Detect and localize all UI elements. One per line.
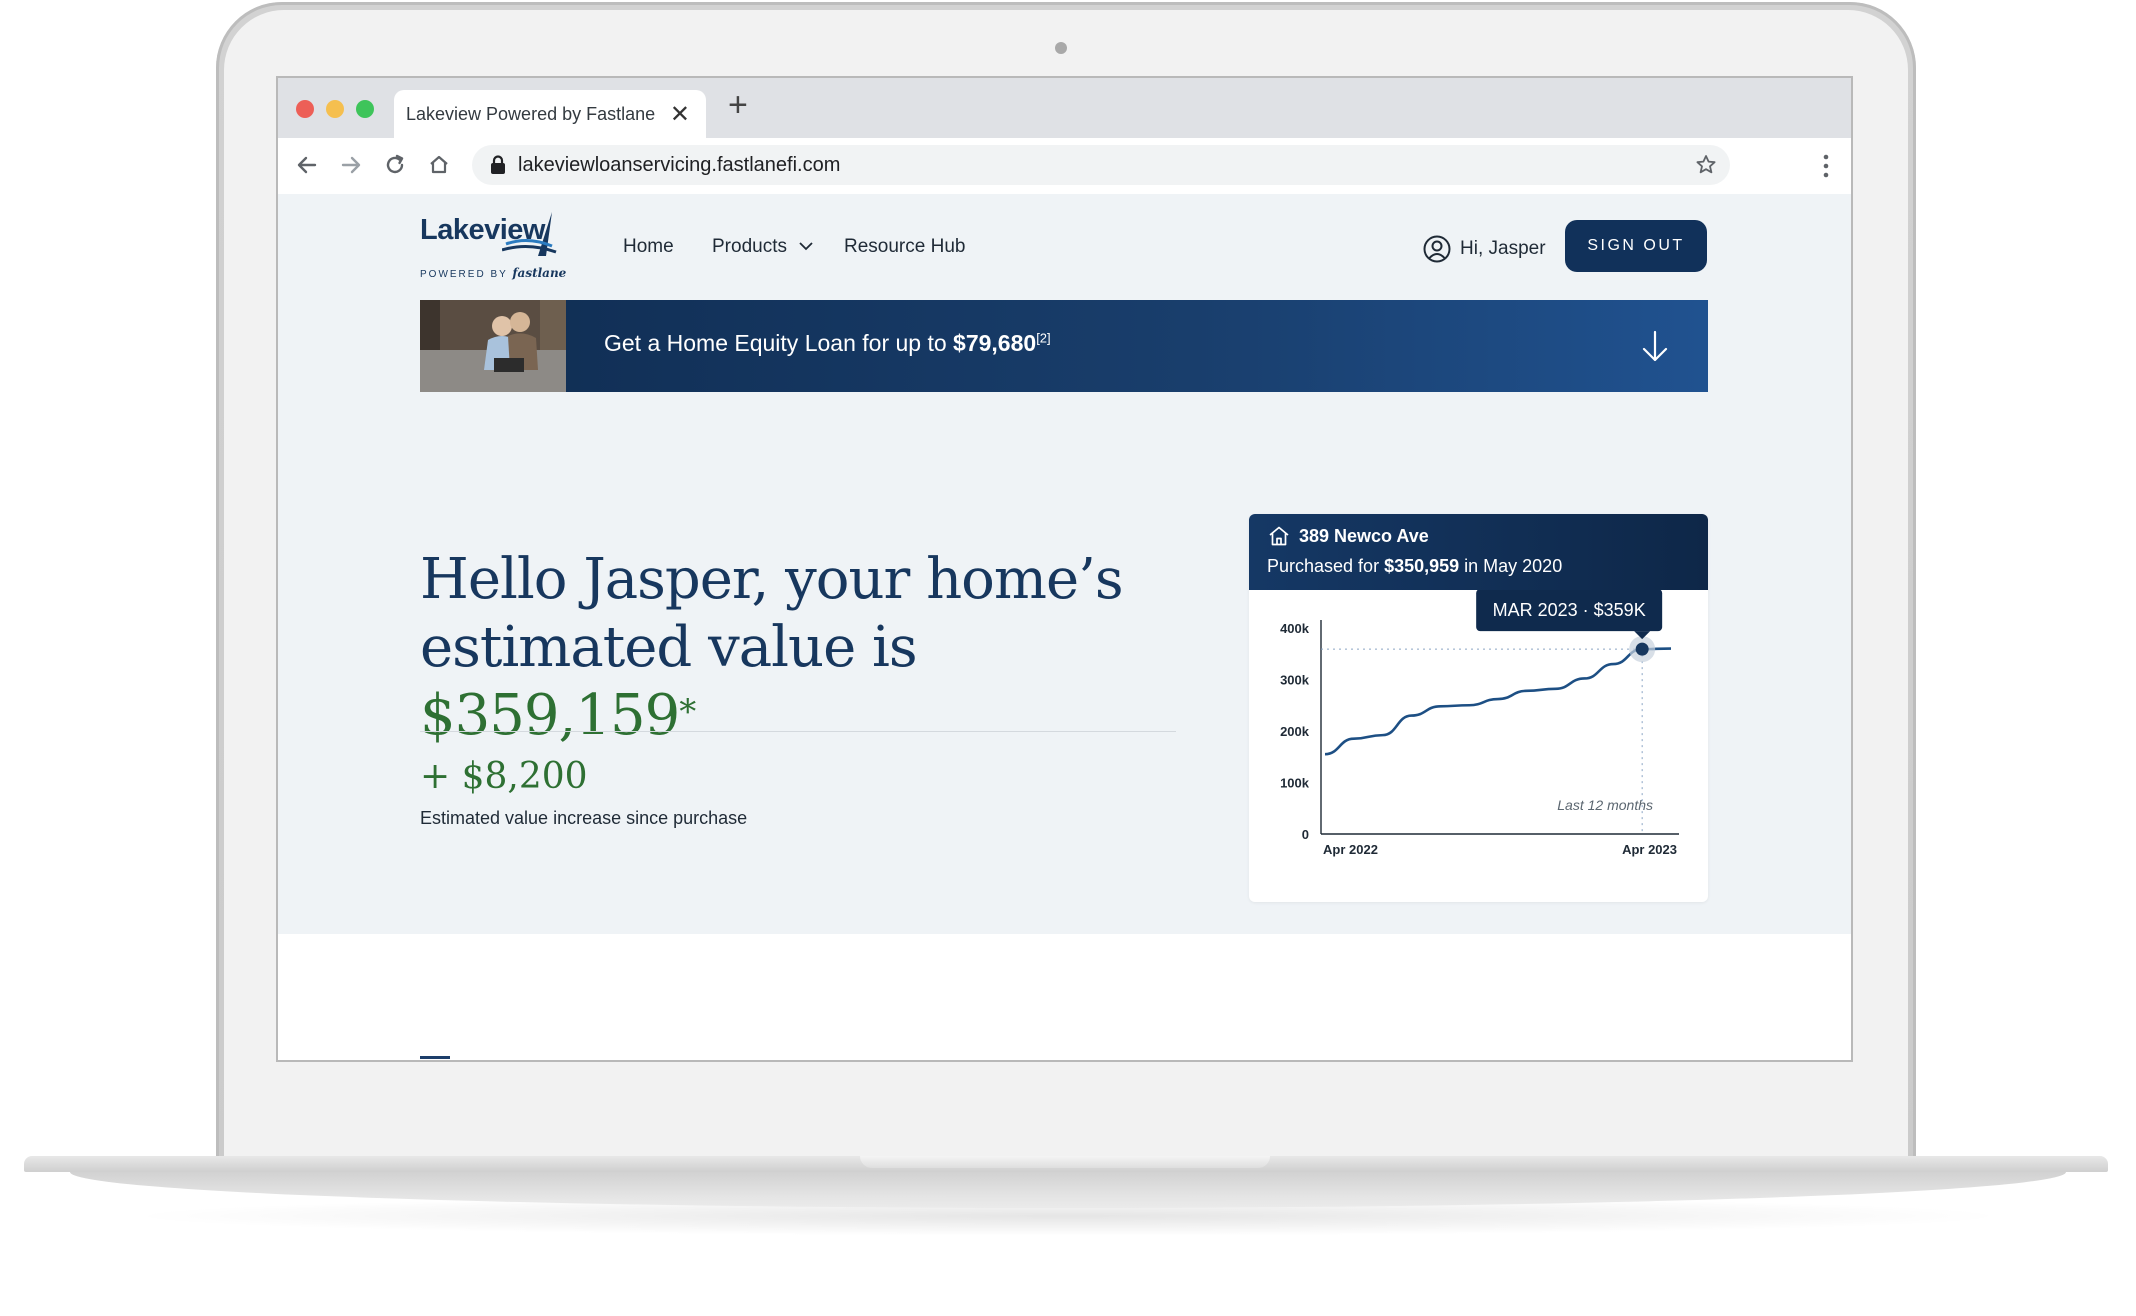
new-tab-button[interactable]: + (728, 88, 748, 122)
tooltip-label: MAR 2023 · $359K (1493, 600, 1646, 620)
browser-menu-icon[interactable] (1821, 152, 1831, 180)
logo-powered-by: POWERED BY fastlane (420, 266, 567, 280)
nav-products[interactable]: Products (712, 236, 814, 258)
banner-text: Get a Home Equity Loan for up to $79,680… (604, 330, 1051, 356)
value-increase-caption: Estimated value increase since purchase (420, 808, 748, 828)
url-text: lakeviewloanservicing.fastlanefi.com (518, 154, 841, 176)
home-equity-banner[interactable]: Get a Home Equity Loan for up to $79,680… (420, 300, 1708, 392)
address-bar[interactable]: lakeviewloanservicing.fastlanefi.com (472, 145, 1730, 185)
divider (420, 731, 1176, 732)
lock-icon (488, 154, 508, 176)
home-icon[interactable] (424, 150, 454, 180)
home-value-card: 389 Newco Ave Purchased for $350,959 in … (1249, 514, 1708, 902)
value-increase: + $8,200 (420, 756, 588, 797)
maximize-window-button[interactable] (356, 100, 374, 118)
forward-arrow-icon[interactable] (336, 150, 366, 180)
user-account-icon (1423, 235, 1451, 263)
home-value-chart: 0 100k 200k 300k 400k Apr 2022 Apr 2023 MAR 202… (1280, 590, 1679, 857)
chart-annotation: Last 12 months (1557, 797, 1653, 813)
minimize-window-button[interactable] (326, 100, 344, 118)
arrow-down-icon[interactable] (1638, 328, 1672, 366)
tab-title: Lakeview Powered by Fastlane (406, 104, 656, 124)
y-tick-label: 0 (1302, 827, 1309, 842)
chevron-down-icon (799, 242, 813, 251)
footnote-asterisk[interactable]: * (679, 692, 696, 732)
lakeview-logo[interactable]: Lakeview POWERED BY fastlane (420, 210, 566, 286)
y-tick-label: 200k (1280, 724, 1310, 739)
y-tick-label: 400k (1280, 621, 1310, 636)
reload-icon[interactable] (380, 150, 410, 180)
laptop-notch (860, 1156, 1270, 1168)
series-line (1324, 647, 1672, 756)
hero-heading: Hello Jasper, your home’s estimated valu… (420, 546, 1180, 750)
property-address: 389 Newco Ave (1267, 524, 1429, 548)
y-tick-label: 100k (1280, 776, 1310, 791)
hero-heading-line1: Hello Jasper, your home’s (420, 547, 1124, 612)
nav-products-label: Products (712, 236, 787, 257)
card-header: 389 Newco Ave Purchased for $350,959 in … (1249, 514, 1708, 590)
sign-out-button[interactable]: SIGN OUT (1565, 220, 1707, 272)
sail-logo-icon (502, 212, 557, 256)
house-icon (1269, 526, 1289, 546)
camera-dot (1055, 42, 1067, 54)
bookmark-star-icon[interactable] (1694, 153, 1718, 177)
page-content: Lakeview POWERED BY fastlane Home Produc… (278, 194, 1851, 934)
browser-window: Lakeview Powered by Fastlane ✕ + lakevie… (276, 76, 1853, 1062)
y-tick-label: 300k (1280, 673, 1310, 688)
highlight-point (1635, 642, 1649, 656)
x-tick-label: Apr 2023 (1622, 842, 1677, 857)
back-arrow-icon[interactable] (292, 150, 322, 180)
browser-toolbar: lakeviewloanservicing.fastlanefi.com (278, 138, 1851, 195)
purchase-info: Purchased for $350,959 in May 2020 (1267, 556, 1563, 576)
address-text: 389 Newco Ave (1299, 525, 1429, 546)
greeting-text: Hi, Jasper (1460, 238, 1546, 259)
tab-close-icon[interactable]: ✕ (670, 100, 690, 129)
user-greeting[interactable]: Hi, Jasper (1422, 234, 1546, 264)
couple-photo (420, 300, 566, 392)
hero-heading-line2: estimated value is $359,159* (420, 615, 918, 748)
page-lower-section (278, 934, 1851, 1060)
browser-tab[interactable]: Lakeview Powered by Fastlane ✕ (394, 90, 706, 138)
x-tick-label: Apr 2022 (1323, 842, 1378, 857)
close-window-button[interactable] (296, 100, 314, 118)
estimated-value: $359,159 (420, 683, 680, 748)
tab-strip: Lakeview Powered by Fastlane ✕ + (278, 78, 1851, 138)
section-marker (420, 1056, 450, 1060)
nav-home[interactable]: Home (623, 236, 674, 258)
nav-resource-hub[interactable]: Resource Hub (844, 236, 965, 258)
